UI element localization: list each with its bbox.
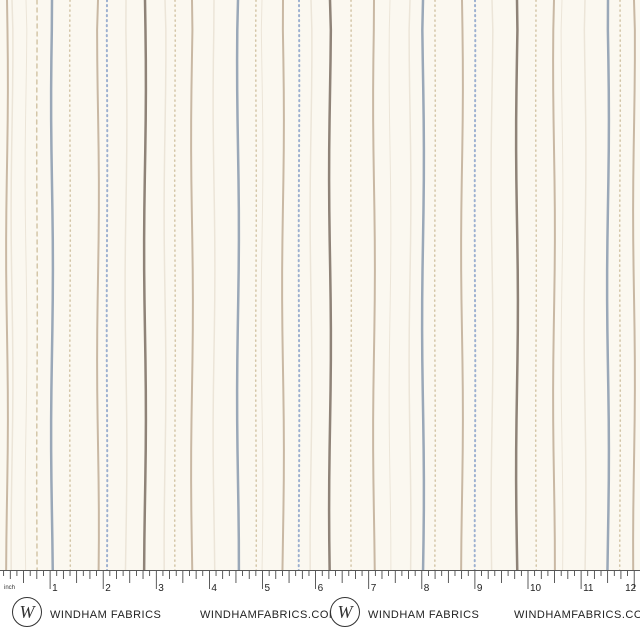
ruler-number: 2 xyxy=(105,583,111,594)
stripe-tan xyxy=(372,0,376,570)
stripe-tan xyxy=(190,0,194,570)
stripe-pale xyxy=(309,0,313,570)
windham-logo-icon: W xyxy=(12,597,42,627)
stripe-dotBlue xyxy=(105,0,109,570)
website-2: WINDHAMFABRICS.COM xyxy=(514,609,640,621)
stripe-pale xyxy=(10,0,14,570)
ruler-number: 7 xyxy=(371,583,377,594)
ruler-number: 1 xyxy=(52,583,58,594)
ruler-number: 8 xyxy=(424,583,430,594)
stripe-dotBlue xyxy=(473,0,477,570)
website-1: WINDHAMFABRICS.COM xyxy=(200,609,339,621)
stripe-blue xyxy=(420,0,426,570)
stripe-tan xyxy=(281,0,285,570)
stripe-pale xyxy=(260,0,264,570)
stripe-dotTan xyxy=(534,0,538,570)
ruler-number: 5 xyxy=(265,583,271,594)
stripe-dotTan xyxy=(349,0,353,570)
logo-letter: W xyxy=(19,601,35,622)
stripe-pale xyxy=(124,0,128,570)
stripe-brown xyxy=(327,0,333,570)
fabric-swatch xyxy=(0,0,640,570)
ruler-number: 12 xyxy=(625,583,637,594)
stripe-brown xyxy=(514,0,520,570)
stripe-dotTan xyxy=(618,0,622,570)
stripe-dotTan xyxy=(254,0,258,570)
ruler-number: 4 xyxy=(211,583,217,594)
stripe-tan xyxy=(632,0,636,570)
stripe-tan xyxy=(5,0,9,570)
stripe-dotTan xyxy=(173,0,177,570)
stripe-blue xyxy=(235,0,241,570)
stripe-pale xyxy=(163,0,167,570)
brand-name-1: WINDHAM FABRICS xyxy=(50,609,162,621)
stripe-tan xyxy=(96,0,100,570)
stripe-brown xyxy=(142,0,148,570)
stripe-dotBlue xyxy=(297,0,301,570)
stripe-pale xyxy=(560,0,564,570)
stripe-dotTan xyxy=(35,0,39,570)
stripe-tan xyxy=(460,0,464,570)
stripe-dotTan xyxy=(68,0,72,570)
brand-name-2: WINDHAM FABRICS xyxy=(368,609,480,621)
logo-letter: W xyxy=(337,601,353,622)
stripe-pale xyxy=(212,0,216,570)
ruler-number: 10 xyxy=(530,583,542,594)
stripe-dotTan xyxy=(433,0,437,570)
stripe-pale xyxy=(408,0,412,570)
stripe-pale xyxy=(24,0,28,570)
stripe-pale xyxy=(583,0,587,570)
ruler-number: 6 xyxy=(318,583,324,594)
stripe-blue xyxy=(49,0,55,570)
windham-logo-icon: W xyxy=(330,597,360,627)
stripe-pattern xyxy=(5,0,636,570)
stripe-blue xyxy=(605,0,611,570)
ruler-number: 3 xyxy=(158,583,164,594)
stripe-tan xyxy=(552,0,556,570)
ruler-number: 11 xyxy=(583,583,594,594)
stripe-pale xyxy=(490,0,494,570)
ruler-ticks: 1 2 3 4 5 6 7 8 9 10 11 12 xyxy=(3,571,637,594)
ruler-strip: 1 2 3 4 5 6 7 8 9 10 11 12 inch W WINDHAM FABRICS W… xyxy=(0,570,640,640)
stripe-pale xyxy=(388,0,392,570)
ruler-number: 9 xyxy=(477,583,483,594)
ruler-unit-label: inch xyxy=(4,585,16,591)
